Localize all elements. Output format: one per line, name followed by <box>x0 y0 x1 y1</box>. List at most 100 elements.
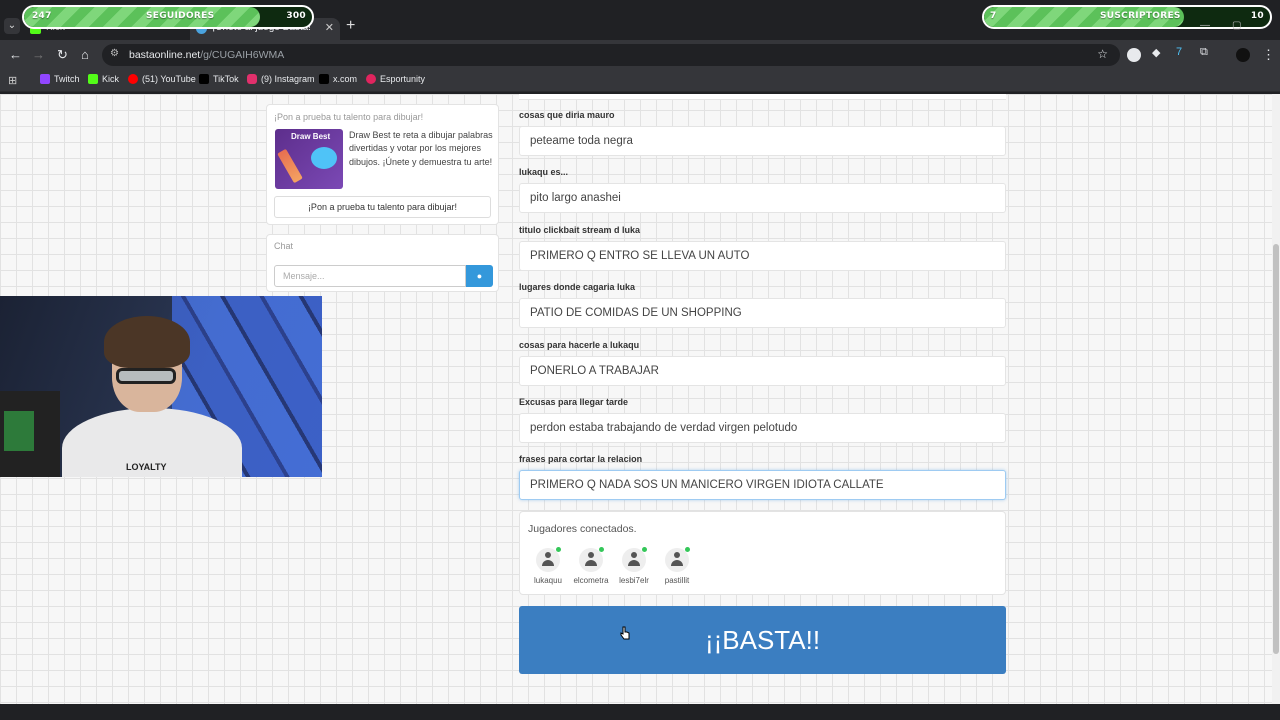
url-text: bastaonline.net/g/CUGAIH6WMA <box>129 49 284 61</box>
webcam-figure <box>4 411 34 451</box>
user-avatar-icon <box>579 547 604 572</box>
extension-icon[interactable] <box>1127 48 1141 62</box>
previous-field-edge <box>519 94 1006 100</box>
bookmark-label: Kick <box>102 74 120 84</box>
minimize-icon[interactable]: — <box>1200 20 1210 31</box>
user-avatar-icon <box>536 547 561 572</box>
field-label: frases para cortar la relacion <box>519 454 643 465</box>
followers-progress-fill <box>24 7 261 27</box>
online-status-dot <box>556 547 561 552</box>
chat-message-input[interactable]: Mensaje... <box>274 265 466 287</box>
user-icon <box>671 552 683 568</box>
player-name: elcometra <box>573 576 609 585</box>
back-icon[interactable]: ← <box>9 47 22 62</box>
bookmark-twitch[interactable]: Twitch <box>40 74 80 84</box>
bookmark-label: TikTok <box>213 74 239 84</box>
bookmark-label: Esportunity <box>380 74 426 84</box>
tab-search-icon[interactable]: ⌄ <box>4 18 20 34</box>
webcam-person-hair <box>104 316 190 368</box>
menu-icon[interactable]: ⋮ <box>1262 47 1275 63</box>
answer-input[interactable]: perdon estaba trabajando de verdad virge… <box>519 413 1006 443</box>
bookmark-esportunity[interactable]: Esportunity <box>366 74 425 84</box>
player-name: pastillit <box>664 576 690 585</box>
chat-send-button[interactable]: ● <box>466 265 493 287</box>
site-info-icon[interactable]: ⚙ <box>110 48 119 59</box>
basta-button[interactable]: ¡¡BASTA!! <box>519 606 1006 674</box>
answer-input[interactable]: PRIMERO Q NADA SOS UN MANICERO VIRGEN ID… <box>519 470 1006 501</box>
bookmark-star-icon[interactable]: ☆ <box>1097 47 1108 61</box>
send-icon: ● <box>476 271 483 281</box>
bookmarks-bar: ⊞ Twitch Kick (51) YouTube TikTok (9) In… <box>0 70 1280 92</box>
promo-text: Draw Best te reta a dibujar palabras div… <box>349 130 493 167</box>
player-name: lesbi7elr <box>619 576 649 585</box>
promo-image-label: Draw Best <box>291 132 331 141</box>
online-status-dot <box>599 547 604 552</box>
apps-grid-icon[interactable]: ⊞ <box>8 74 17 87</box>
extension-7tv-icon[interactable]: 7 <box>1176 46 1190 60</box>
speech-bubble-icon <box>311 147 337 169</box>
scrollbar-thumb[interactable] <box>1273 244 1279 654</box>
answer-input[interactable]: PRIMERO Q ENTRO SE LLEVA UN AUTO <box>519 240 1006 271</box>
field-label: titulo clickbait stream d luka <box>519 224 641 235</box>
answer-input[interactable]: PONERLO A TRABAJAR <box>519 355 1006 386</box>
chat-panel: Chat Mensaje... ● <box>266 234 499 292</box>
x-icon <box>319 74 329 84</box>
kick-icon <box>88 74 98 84</box>
home-icon[interactable]: ⌂ <box>81 47 89 62</box>
bookmark-label: Twitch <box>54 74 80 84</box>
user-icon <box>628 552 640 568</box>
answer-input[interactable]: pito largo anashei <box>519 183 1006 214</box>
profile-avatar[interactable] <box>1236 48 1250 62</box>
close-icon[interactable]: ✕ <box>325 21 334 34</box>
hand-cursor-icon <box>620 626 630 640</box>
drawbest-promo-panel: ¡Pon a prueba tu talento para dibujar! D… <box>266 104 499 225</box>
player-item: pastillit <box>655 547 699 585</box>
bookmark-kick[interactable]: Kick <box>88 74 119 84</box>
player-item: elcometra <box>569 547 613 585</box>
reload-icon[interactable]: ↻ <box>57 47 68 63</box>
answer-input[interactable]: PATIO DE COMIDAS DE UN SHOPPING <box>519 298 1006 329</box>
pencil-icon <box>277 148 303 184</box>
subscribers-goal: 10 <box>1250 11 1264 21</box>
address-bar-row: ← → ↻ ⌂ ⚙ bastaonline.net/g/CUGAIH6WMA ☆… <box>0 40 1280 70</box>
shirt-text: LOYALTY <box>126 462 167 472</box>
url-field[interactable]: ⚙ bastaonline.net/g/CUGAIH6WMA ☆ <box>102 44 1120 66</box>
youtube-icon <box>128 74 138 84</box>
bookmark-youtube[interactable]: (51) YouTube <box>128 74 196 84</box>
webcam-overlay: LOYALTY <box>0 296 322 477</box>
followers-current: 247 <box>32 11 52 21</box>
player-name: lukaquu <box>533 576 563 585</box>
online-status-dot <box>642 547 647 552</box>
drawbest-button[interactable]: ¡Pon a prueba tu talento para dibujar! <box>274 196 491 218</box>
user-icon <box>542 552 554 568</box>
subscribers-current: 7 <box>990 11 997 21</box>
forward-icon[interactable]: → <box>32 47 45 62</box>
page-content: ¡Pon a prueba tu talento para dibujar! D… <box>0 94 1272 704</box>
bookmark-tiktok[interactable]: TikTok <box>199 74 239 84</box>
new-tab-icon[interactable]: + <box>346 17 355 35</box>
bookmark-instagram[interactable]: (9) Instagram <box>247 74 315 84</box>
bookmark-x[interactable]: x.com <box>319 74 357 84</box>
extension-diamond-icon[interactable]: ◆ <box>1152 46 1166 60</box>
bookmark-label: (9) Instagram <box>261 74 315 84</box>
esportunity-icon <box>366 74 376 84</box>
maximize-icon[interactable]: ▢ <box>1232 20 1241 31</box>
followers-goal-bar: 247 SEGUIDORES 300 <box>22 5 314 29</box>
field-label: Excusas para llegar tarde <box>519 397 629 407</box>
page-scrollbar[interactable] <box>1272 94 1280 704</box>
drawbest-image[interactable]: Draw Best <box>275 129 343 189</box>
field-label: lukaqu es... <box>519 167 569 178</box>
field-label: cosas que diria mauro <box>519 110 615 120</box>
answer-input[interactable]: peteame toda negra <box>519 126 1006 156</box>
url-host: bastaonline.net <box>129 49 201 61</box>
user-avatar-icon <box>665 547 690 572</box>
promo-title: ¡Pon a prueba tu talento para dibujar! <box>274 112 424 122</box>
followers-goal: 300 <box>286 11 306 21</box>
instagram-icon <box>247 74 257 84</box>
extensions-puzzle-icon[interactable]: ⧉ <box>1200 46 1214 60</box>
subscribers-goal-bar: 7 SUSCRIPTORES 10 <box>982 5 1272 29</box>
bookmark-label: (51) YouTube <box>142 74 196 84</box>
online-status-dot <box>685 547 690 552</box>
bookmark-label: x.com <box>333 74 358 84</box>
player-item: lukaquu <box>526 547 570 585</box>
